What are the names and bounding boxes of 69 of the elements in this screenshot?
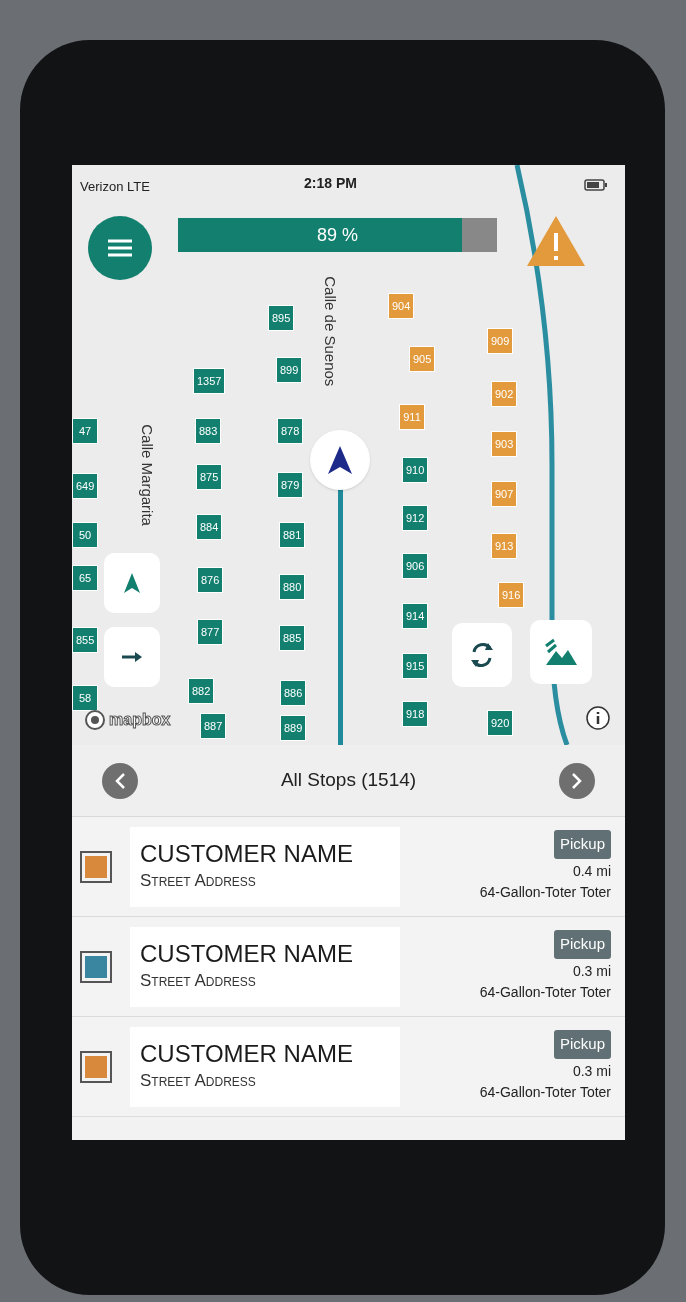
map-marker[interactable]: 879 xyxy=(277,472,304,498)
previous-button[interactable] xyxy=(102,762,138,799)
street-address: Street Address xyxy=(140,969,257,992)
container-text: 64-Gallon-Toter Toter xyxy=(479,982,611,1002)
map-marker[interactable]: 895 xyxy=(268,305,295,331)
map-marker[interactable]: 1357 xyxy=(193,368,226,394)
street-address: Street Address xyxy=(140,1069,257,1092)
battery-icon xyxy=(584,179,608,191)
map-marker[interactable]: 875 xyxy=(196,464,223,490)
map-marker[interactable]: 886 xyxy=(280,680,307,706)
refresh-icon xyxy=(468,640,496,670)
map-marker[interactable]: 912 xyxy=(402,505,429,531)
info-icon xyxy=(585,705,611,731)
map-marker[interactable]: 918 xyxy=(402,701,429,727)
chevron-right-icon xyxy=(571,771,583,790)
map-marker[interactable]: 47 xyxy=(72,418,98,444)
distance-text: 0.3 mi xyxy=(572,1061,611,1081)
direction-button[interactable] xyxy=(104,627,160,687)
map-marker[interactable]: 855 xyxy=(72,627,99,653)
stop-type-badge: Pickup xyxy=(553,930,611,959)
map-marker[interactable]: 887 xyxy=(200,713,227,739)
mapbox-logo-icon xyxy=(84,709,106,731)
map-marker[interactable]: 914 xyxy=(402,603,429,629)
menu-icon xyxy=(106,238,134,258)
map-marker[interactable]: 881 xyxy=(279,522,306,548)
mountain-icon xyxy=(544,638,578,666)
map-marker[interactable]: 883 xyxy=(195,418,222,444)
street-address: Street Address xyxy=(140,869,257,892)
map-marker[interactable]: 58 xyxy=(72,685,98,711)
arrow-right-icon xyxy=(121,651,143,663)
navigation-arrow-icon xyxy=(327,445,353,475)
map-marker[interactable]: 906 xyxy=(402,553,429,579)
map-marker[interactable]: 884 xyxy=(196,514,223,540)
map-marker[interactable]: 878 xyxy=(277,418,304,444)
map-marker[interactable]: 915 xyxy=(402,653,429,679)
map-marker[interactable]: 50 xyxy=(72,522,98,548)
container-text: 64-Gallon-Toter Toter xyxy=(479,1082,611,1102)
map-marker[interactable]: 899 xyxy=(276,357,303,383)
distance-text: 0.3 mi xyxy=(572,961,611,981)
customer-name: CUSTOMER NAME xyxy=(140,939,354,968)
customer-name: CUSTOMER NAME xyxy=(140,839,354,868)
stop-type-badge: Pickup xyxy=(553,1030,611,1059)
map-marker[interactable]: 882 xyxy=(188,678,215,704)
next-button[interactable] xyxy=(559,762,595,799)
map-marker[interactable]: 876 xyxy=(197,567,224,593)
map-marker[interactable]: 910 xyxy=(402,457,429,483)
distance-text: 0.4 mi xyxy=(572,861,611,881)
clock-text: 2:18 PM xyxy=(304,174,357,193)
street-label: Calle Margarita xyxy=(138,424,158,526)
map-marker[interactable]: 65 xyxy=(72,565,98,591)
stops-title: All Stops (1514) xyxy=(280,768,417,793)
mapbox-wordmark: mapbox xyxy=(109,710,171,730)
map-marker[interactable]: 885 xyxy=(279,625,306,651)
container-text: 64-Gallon-Toter Toter xyxy=(479,882,611,902)
progress-text: 89 % xyxy=(316,223,359,247)
stop-type-badge: Pickup xyxy=(553,830,611,859)
map-marker[interactable]: 649 xyxy=(72,473,99,499)
carrier-text: Verizon LTE xyxy=(80,178,150,196)
chevron-left-icon xyxy=(114,771,126,790)
customer-name: CUSTOMER NAME xyxy=(140,1039,354,1068)
map-marker[interactable]: 889 xyxy=(280,715,307,741)
map-marker[interactable]: 880 xyxy=(279,574,306,600)
map-marker[interactable]: 920 xyxy=(487,710,514,736)
map-marker[interactable]: 877 xyxy=(197,619,224,645)
north-arrow-icon xyxy=(123,572,141,594)
refresh-button[interactable] xyxy=(452,623,512,687)
north-button[interactable] xyxy=(104,553,160,613)
terrain-button[interactable] xyxy=(530,620,592,684)
street-label: Calle de Suenos xyxy=(321,276,341,387)
